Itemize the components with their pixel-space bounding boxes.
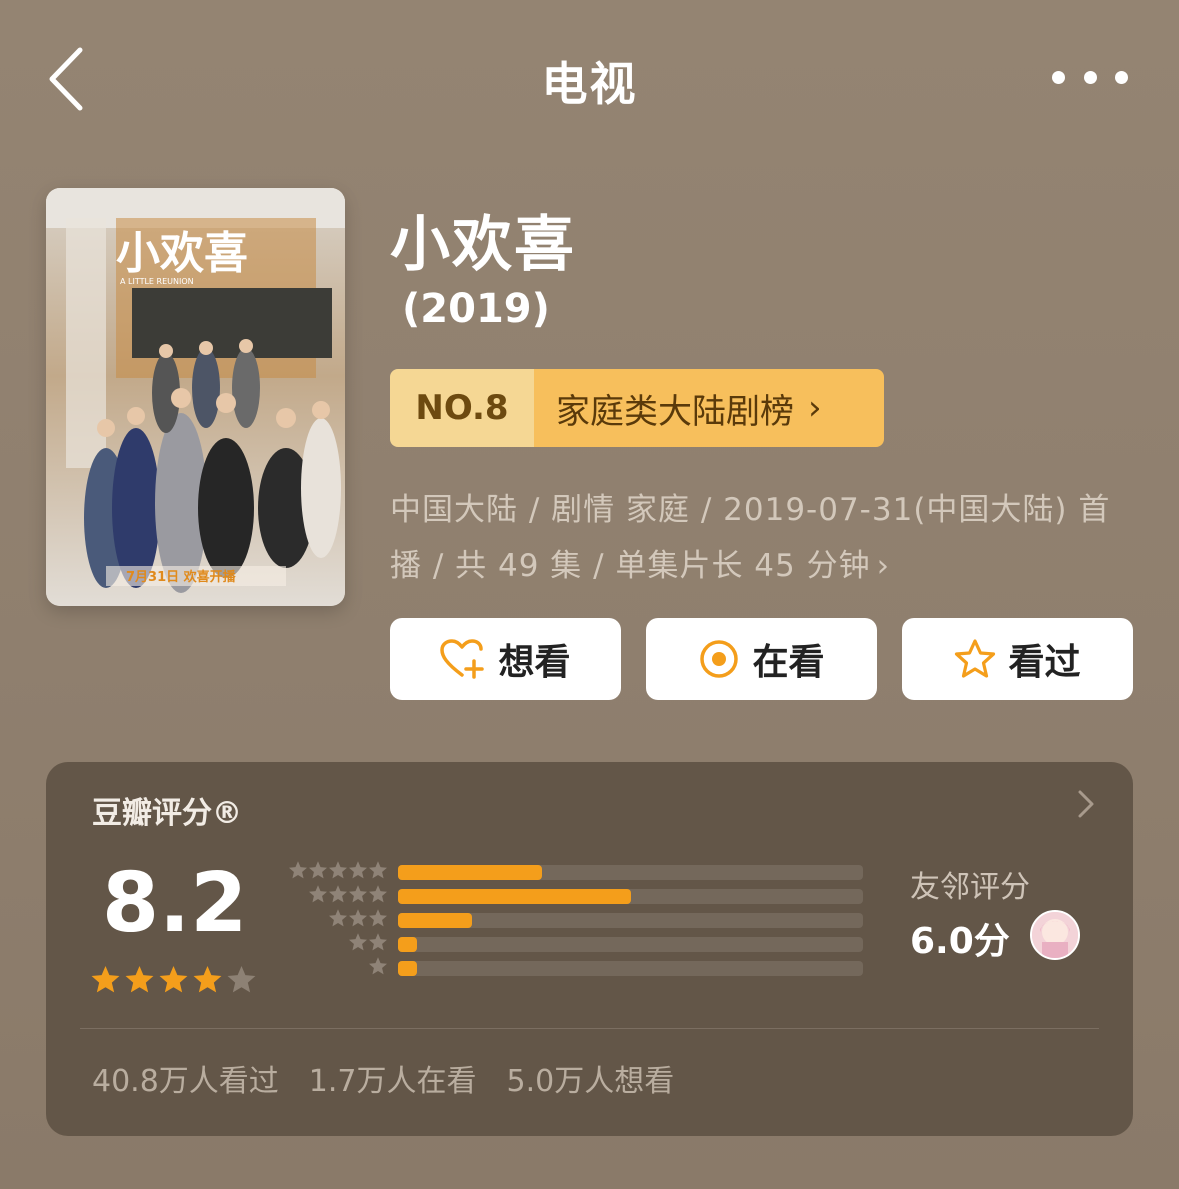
rank-list-label: 家庭类大陆剧榜: [556, 391, 794, 432]
star-small-icon: [309, 861, 327, 879]
chevron-right-icon: ›: [808, 388, 822, 428]
rank-badge[interactable]: NO.8 家庭类大陆剧榜 ›: [390, 369, 884, 447]
star-small-icon: [289, 861, 307, 879]
star-small-icon: [309, 885, 327, 903]
chevron-right-icon: ›: [876, 548, 891, 584]
more-dot: [1083, 70, 1097, 84]
more-button[interactable]: [1052, 60, 1128, 94]
rating-bar-fill: [398, 961, 417, 976]
rating-stars: [90, 964, 257, 995]
star-filled-icon: [125, 965, 154, 993]
more-dot: [1115, 70, 1128, 84]
bar-stars: [328, 908, 388, 928]
meta-line-2-text: 播 / 共 49 集 / 单集片长 45 分钟: [390, 548, 871, 584]
target-circle-icon: [700, 640, 739, 678]
chevron-right-icon[interactable]: [1077, 788, 1095, 828]
neighbor-rating-score: 6.0分: [910, 921, 1010, 962]
avatar[interactable]: [1030, 910, 1080, 960]
star-small-icon: [369, 909, 387, 927]
rating-title: 豆瓣评分®: [92, 796, 242, 831]
star-small-icon: [329, 885, 347, 903]
meta-line-1: 中国大陆 / 剧情 家庭 / 2019-07-31(中国大陆) 首: [390, 492, 1111, 528]
top-bar: 电视: [0, 0, 1179, 160]
rating-bar-row: [278, 908, 910, 932]
rating-bar-track: [398, 961, 863, 976]
watching-label: 在看: [752, 642, 825, 683]
rank-number: NO.8: [390, 369, 534, 447]
star-empty-icon: [227, 965, 256, 993]
rating-score: 8.2: [102, 856, 248, 951]
more-dot: [1052, 70, 1065, 84]
star-small-icon: [349, 861, 367, 879]
meta-line-2: 播 / 共 49 集 / 单集片长 45 分钟 ›: [390, 538, 1130, 594]
watching-count: 1.7万人在看: [308, 1064, 477, 1099]
rating-bar-fill: [398, 865, 543, 880]
rating-bar-track: [398, 889, 863, 904]
bar-stars: [288, 860, 388, 880]
rank-list-name: 家庭类大陆剧榜 ›: [534, 369, 884, 447]
want-count: 5.0万人想看: [506, 1064, 675, 1099]
watched-count: 40.8万人看过: [92, 1064, 279, 1099]
star-outline-icon: [955, 639, 996, 678]
rating-card[interactable]: 豆瓣评分® 8.2 友邻评分 6.0分 40.8万人看过 1.7万人在看 5.0…: [46, 762, 1133, 1136]
star-small-icon: [349, 933, 367, 951]
show-meta[interactable]: 中国大陆 / 剧情 家庭 / 2019-07-31(中国大陆) 首 播 / 共 …: [390, 482, 1130, 594]
show-title: 小欢喜: [390, 210, 576, 280]
neighbor-rating-label: 友邻评分: [910, 870, 1030, 905]
rating-bar-track: [398, 937, 863, 952]
show-year: (2019): [402, 286, 550, 332]
rating-bar-fill: [398, 913, 473, 928]
star-small-icon: [329, 861, 347, 879]
rating-bar-track: [398, 913, 863, 928]
rating-bar-row: [278, 884, 910, 908]
poster-logo: 小欢喜: [116, 228, 248, 279]
watched-button[interactable]: 看过: [902, 618, 1133, 700]
bar-stars: [348, 932, 388, 952]
star-filled-icon: [193, 965, 222, 993]
star-filled-icon: [91, 965, 120, 993]
star-small-icon: [369, 957, 387, 975]
rating-bar-row: [278, 956, 910, 980]
star-small-icon: [349, 909, 367, 927]
star-small-icon: [349, 885, 367, 903]
star-filled-icon: [159, 965, 188, 993]
star-small-icon: [369, 933, 387, 951]
bar-stars: [308, 884, 388, 904]
watched-label: 看过: [1008, 642, 1081, 683]
star-small-icon: [369, 861, 387, 879]
divider: [80, 1028, 1099, 1029]
rating-bar-row: [278, 932, 910, 956]
poster-date: 7月31日 欢喜开播: [126, 569, 237, 585]
want-to-watch-label: 想看: [498, 642, 571, 683]
poster-image[interactable]: 小欢喜 A LITTLE REUNION 7月31日 欢喜开播: [46, 188, 345, 606]
want-to-watch-button[interactable]: 想看: [390, 618, 621, 700]
star-small-icon: [329, 909, 347, 927]
watch-stats: 40.8万人看过 1.7万人在看 5.0万人想看: [92, 1056, 674, 1100]
watching-button[interactable]: 在看: [646, 618, 877, 700]
page-title: 电视: [541, 57, 638, 111]
rating-bar-row: [278, 860, 910, 884]
bar-stars: [368, 956, 388, 976]
rating-bar-fill: [398, 937, 417, 952]
poster-subtitle: A LITTLE REUNION: [120, 277, 194, 286]
rating-bar-track: [398, 865, 863, 880]
heart-plus-icon: [440, 639, 485, 679]
star-small-icon: [369, 885, 387, 903]
rating-bar-fill: [398, 889, 631, 904]
